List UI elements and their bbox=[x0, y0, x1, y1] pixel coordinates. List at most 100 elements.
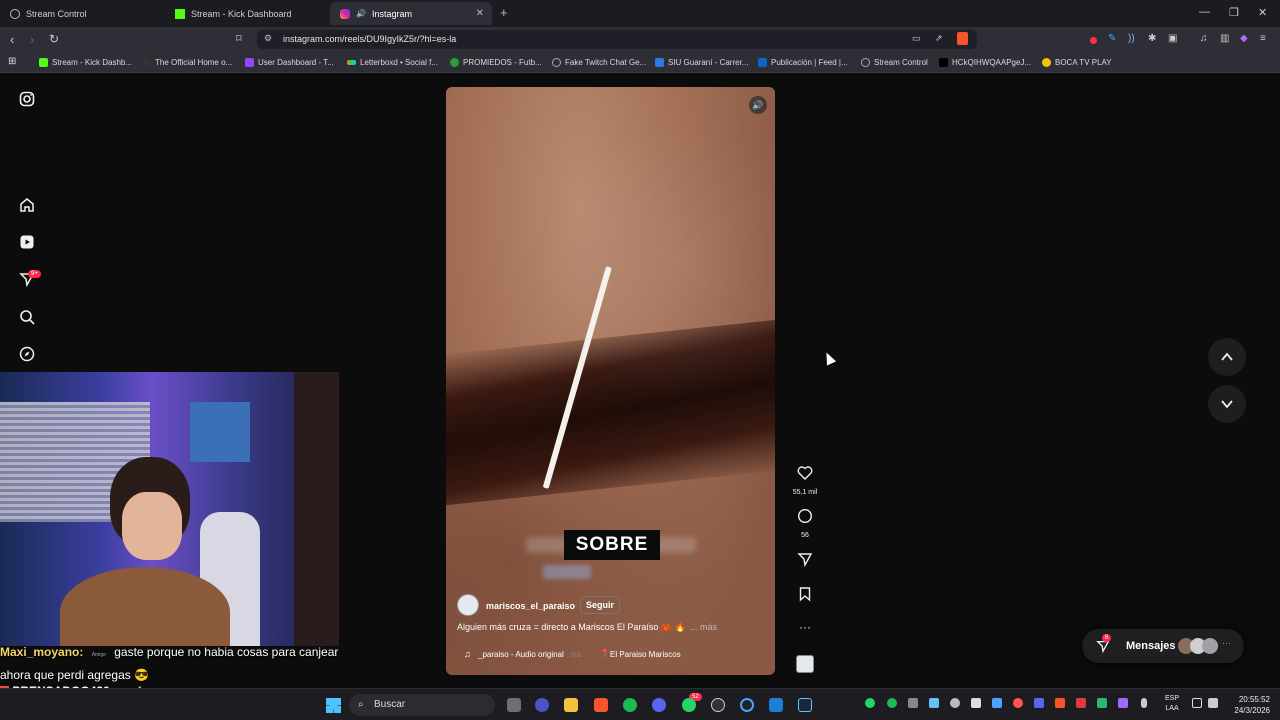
system-clock[interactable]: 20:55:52 24/3/2026 bbox=[1234, 694, 1270, 716]
network-icon[interactable] bbox=[1192, 698, 1202, 708]
bookmark-item[interactable]: Fake Twitch Chat Ge... bbox=[552, 58, 646, 67]
sidebar-toggle-icon[interactable]: ▥ bbox=[1220, 33, 1229, 44]
extension-record-icon[interactable] bbox=[1090, 37, 1097, 44]
discord-icon[interactable] bbox=[652, 698, 666, 712]
share-icon[interactable]: ⇗ bbox=[935, 33, 943, 44]
share-button[interactable] bbox=[790, 551, 820, 572]
media-icon[interactable]: ♫ bbox=[1200, 33, 1208, 44]
menu-icon[interactable]: ≡ bbox=[1260, 33, 1266, 44]
close-window-button[interactable]: ✕ bbox=[1258, 6, 1267, 19]
home-icon[interactable] bbox=[18, 197, 36, 215]
tray-app-icon[interactable] bbox=[971, 698, 981, 708]
tray-spotify-icon[interactable] bbox=[887, 698, 897, 708]
volume-icon[interactable] bbox=[1208, 698, 1218, 708]
ccleaner-icon[interactable] bbox=[740, 698, 754, 712]
like-button[interactable]: 55,1 mil bbox=[790, 465, 820, 496]
tab-instagram[interactable]: 🔊 Instagram ✕ bbox=[330, 2, 492, 25]
forward-button[interactable]: › bbox=[30, 32, 34, 47]
apps-grid-icon[interactable]: ⊞ bbox=[8, 56, 16, 67]
tray-app-icon[interactable] bbox=[992, 698, 1002, 708]
avatar[interactable] bbox=[457, 594, 479, 616]
bookmark-page-icon[interactable]: ⌑ bbox=[236, 32, 242, 45]
reel-username[interactable]: mariscos_el_paraiso bbox=[486, 601, 575, 611]
tab-stream-control[interactable]: Stream Control bbox=[0, 2, 165, 25]
instagram-logo-icon[interactable] bbox=[18, 91, 36, 109]
follow-button[interactable]: Seguir bbox=[580, 596, 621, 614]
messages-button[interactable]: 6 Mensajes ··· bbox=[1082, 629, 1244, 663]
back-button[interactable]: ‹ bbox=[10, 32, 14, 47]
bookmark-item[interactable]: PROMIEDOS - Futb... bbox=[450, 58, 542, 67]
mute-icon[interactable]: 🔊 bbox=[749, 96, 767, 114]
bookmark-item[interactable]: The Official Home o... bbox=[142, 58, 232, 67]
tray-app-icon[interactable] bbox=[1097, 698, 1107, 708]
tray-whatsapp-icon[interactable] bbox=[865, 698, 875, 708]
brave-icon[interactable] bbox=[594, 698, 608, 712]
explore-icon[interactable] bbox=[18, 346, 36, 364]
bookmark-item[interactable]: User Dashboard - T... bbox=[245, 58, 334, 67]
tray-app-icon[interactable] bbox=[908, 698, 918, 708]
bookmark-item[interactable]: Stream - Kick Dashb... bbox=[39, 58, 132, 67]
tray-steam-icon[interactable] bbox=[929, 698, 939, 708]
language-indicator[interactable]: ESP LAA bbox=[1165, 694, 1179, 714]
steam-icon[interactable] bbox=[798, 698, 812, 712]
brave-shield-icon[interactable] bbox=[957, 32, 968, 45]
comment-button[interactable]: 56 bbox=[790, 508, 820, 539]
reload-button[interactable]: ↻ bbox=[49, 32, 59, 46]
bookmark-item[interactable]: Stream Control bbox=[861, 58, 928, 67]
bookmark-item[interactable]: SIU Guaraní - Carrer... bbox=[655, 58, 748, 67]
file-explorer-icon[interactable] bbox=[564, 698, 578, 712]
heart-icon bbox=[797, 466, 813, 480]
music-icon: ♫ bbox=[464, 649, 471, 659]
photos-icon[interactable] bbox=[769, 698, 783, 712]
linkedin-icon bbox=[758, 58, 767, 67]
previous-reel-button[interactable] bbox=[1208, 338, 1246, 376]
reel-location[interactable]: El Paraiso Mariscos bbox=[610, 650, 681, 659]
tray-discord-icon[interactable] bbox=[1034, 698, 1044, 708]
restore-button[interactable]: ❐ bbox=[1229, 6, 1239, 19]
whatsapp-icon[interactable] bbox=[682, 698, 696, 712]
cast-icon[interactable]: ▭ bbox=[912, 33, 921, 44]
more-options-icon[interactable]: ··· bbox=[790, 620, 820, 634]
reel-caption-overlay: SOBRE bbox=[564, 530, 660, 560]
tray-app-icon[interactable] bbox=[950, 698, 960, 708]
taskbar-search[interactable]: ⌕ Buscar bbox=[349, 694, 495, 716]
tab-kick-dashboard[interactable]: Stream - Kick Dashboard bbox=[165, 2, 330, 25]
new-tab-button[interactable]: + bbox=[500, 5, 508, 20]
tray-app-icon[interactable] bbox=[1076, 698, 1086, 708]
more-link[interactable]: ... más bbox=[690, 622, 717, 632]
extensions-puzzle-icon[interactable]: ✱ bbox=[1148, 33, 1156, 44]
browser-tab-bar: Stream Control Stream - Kick Dashboard 🔊… bbox=[0, 0, 1280, 27]
audio-cover-icon bbox=[796, 655, 814, 673]
wallet-icon[interactable]: ▣ bbox=[1168, 33, 1177, 44]
tray-brave-icon[interactable] bbox=[1055, 698, 1065, 708]
bookmark-item[interactable]: Publicación | Feed |... bbox=[758, 58, 848, 67]
obs-icon[interactable] bbox=[711, 698, 725, 712]
tray-app-icon[interactable] bbox=[1013, 698, 1023, 708]
site-info-icon[interactable]: ⚙ bbox=[264, 33, 272, 44]
search-icon[interactable] bbox=[18, 309, 36, 327]
bookmark-item[interactable]: Letterboxd • Social f... bbox=[347, 58, 438, 67]
letterboxd-icon bbox=[347, 60, 356, 65]
windows-start-icon[interactable] bbox=[326, 698, 341, 713]
tray-pen-icon[interactable] bbox=[1118, 698, 1128, 708]
extension-wave-icon[interactable]: )) bbox=[1128, 33, 1135, 44]
leo-ai-icon[interactable]: ◆ bbox=[1240, 33, 1248, 44]
minimize-button[interactable]: — bbox=[1199, 6, 1210, 18]
spotify-icon[interactable] bbox=[623, 698, 637, 712]
vivaldi-icon[interactable] bbox=[535, 698, 549, 712]
location-pin-icon: 📍 bbox=[600, 649, 610, 658]
close-tab-icon[interactable]: ✕ bbox=[476, 8, 484, 19]
bookmark-item[interactable]: BOCA TV PLAY bbox=[1042, 58, 1112, 67]
bookmarks-bar: ⊞ Stream - Kick Dashb... The Official Ho… bbox=[0, 53, 1280, 73]
audio-thumbnail[interactable] bbox=[790, 655, 820, 673]
extension-translate-icon[interactable]: ✎ bbox=[1108, 33, 1116, 44]
url-bar[interactable]: ⚙ instagram.com/reels/DU9IgyIkZ5r/?hl=es… bbox=[257, 30, 977, 49]
reel-audio[interactable]: _paraiso - Audio original bbox=[478, 650, 564, 659]
save-button[interactable] bbox=[790, 586, 820, 607]
bookmark-item[interactable]: HCkQIHWQAAPgeJ... bbox=[939, 58, 1031, 67]
reels-icon[interactable] bbox=[18, 234, 36, 252]
microphone-icon[interactable] bbox=[1141, 698, 1147, 708]
next-reel-button[interactable] bbox=[1208, 385, 1246, 423]
reel-video[interactable]: 🔊 bbox=[446, 87, 775, 675]
task-view-icon[interactable] bbox=[507, 698, 521, 712]
